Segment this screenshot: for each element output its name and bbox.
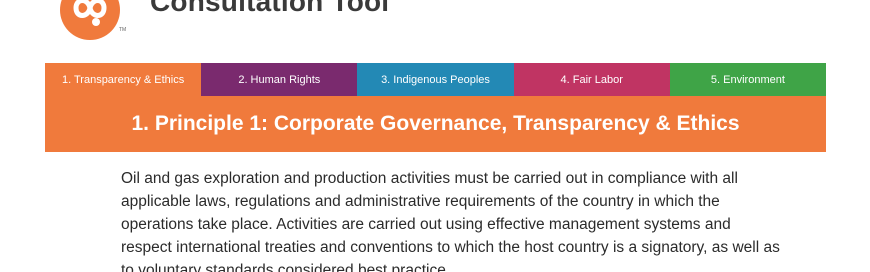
principle-tabs: 1. Transparency & Ethics 2. Human Rights… — [45, 63, 827, 96]
principle-body: Oil and gas exploration and production a… — [121, 170, 780, 272]
logo-icon — [60, 0, 120, 40]
tab-transparency-ethics[interactable]: 1. Transparency & Ethics — [45, 63, 202, 96]
tab-human-rights[interactable]: 2. Human Rights — [201, 63, 358, 96]
page: TM Consultation Tool 1. Transparency & E… — [0, 0, 870, 272]
principle-banner: 1. Principle 1: Corporate Governance, Tr… — [45, 96, 826, 152]
app-title: Consultation Tool — [150, 0, 390, 17]
trademark-mark: TM — [119, 27, 127, 33]
logo — [58, 0, 122, 42]
tab-environment[interactable]: 5. Environment — [669, 63, 827, 96]
principle-title: 1. Principle 1: Corporate Governance, Tr… — [131, 112, 740, 135]
tab-fair-labor[interactable]: 4. Fair Labor — [513, 63, 670, 96]
tab-indigenous-peoples[interactable]: 3. Indigenous Peoples — [357, 63, 514, 96]
